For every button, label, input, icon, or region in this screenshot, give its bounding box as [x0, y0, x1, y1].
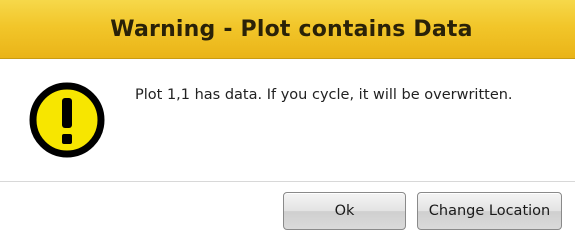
change-location-button[interactable]: Change Location: [417, 192, 562, 230]
dialog-body: Plot 1,1 has data. If you cycle, it will…: [0, 59, 575, 181]
dialog-title: Warning - Plot contains Data: [110, 16, 473, 42]
warning-dialog: Warning - Plot contains Data Plot 1,1 ha…: [0, 0, 575, 244]
dialog-message: Plot 1,1 has data. If you cycle, it will…: [135, 87, 513, 103]
ok-button[interactable]: Ok: [283, 192, 406, 230]
title-bar: Warning - Plot contains Data: [0, 0, 575, 59]
warning-exclamation-icon: [29, 82, 105, 158]
button-bar: Ok Change Location: [0, 181, 575, 244]
